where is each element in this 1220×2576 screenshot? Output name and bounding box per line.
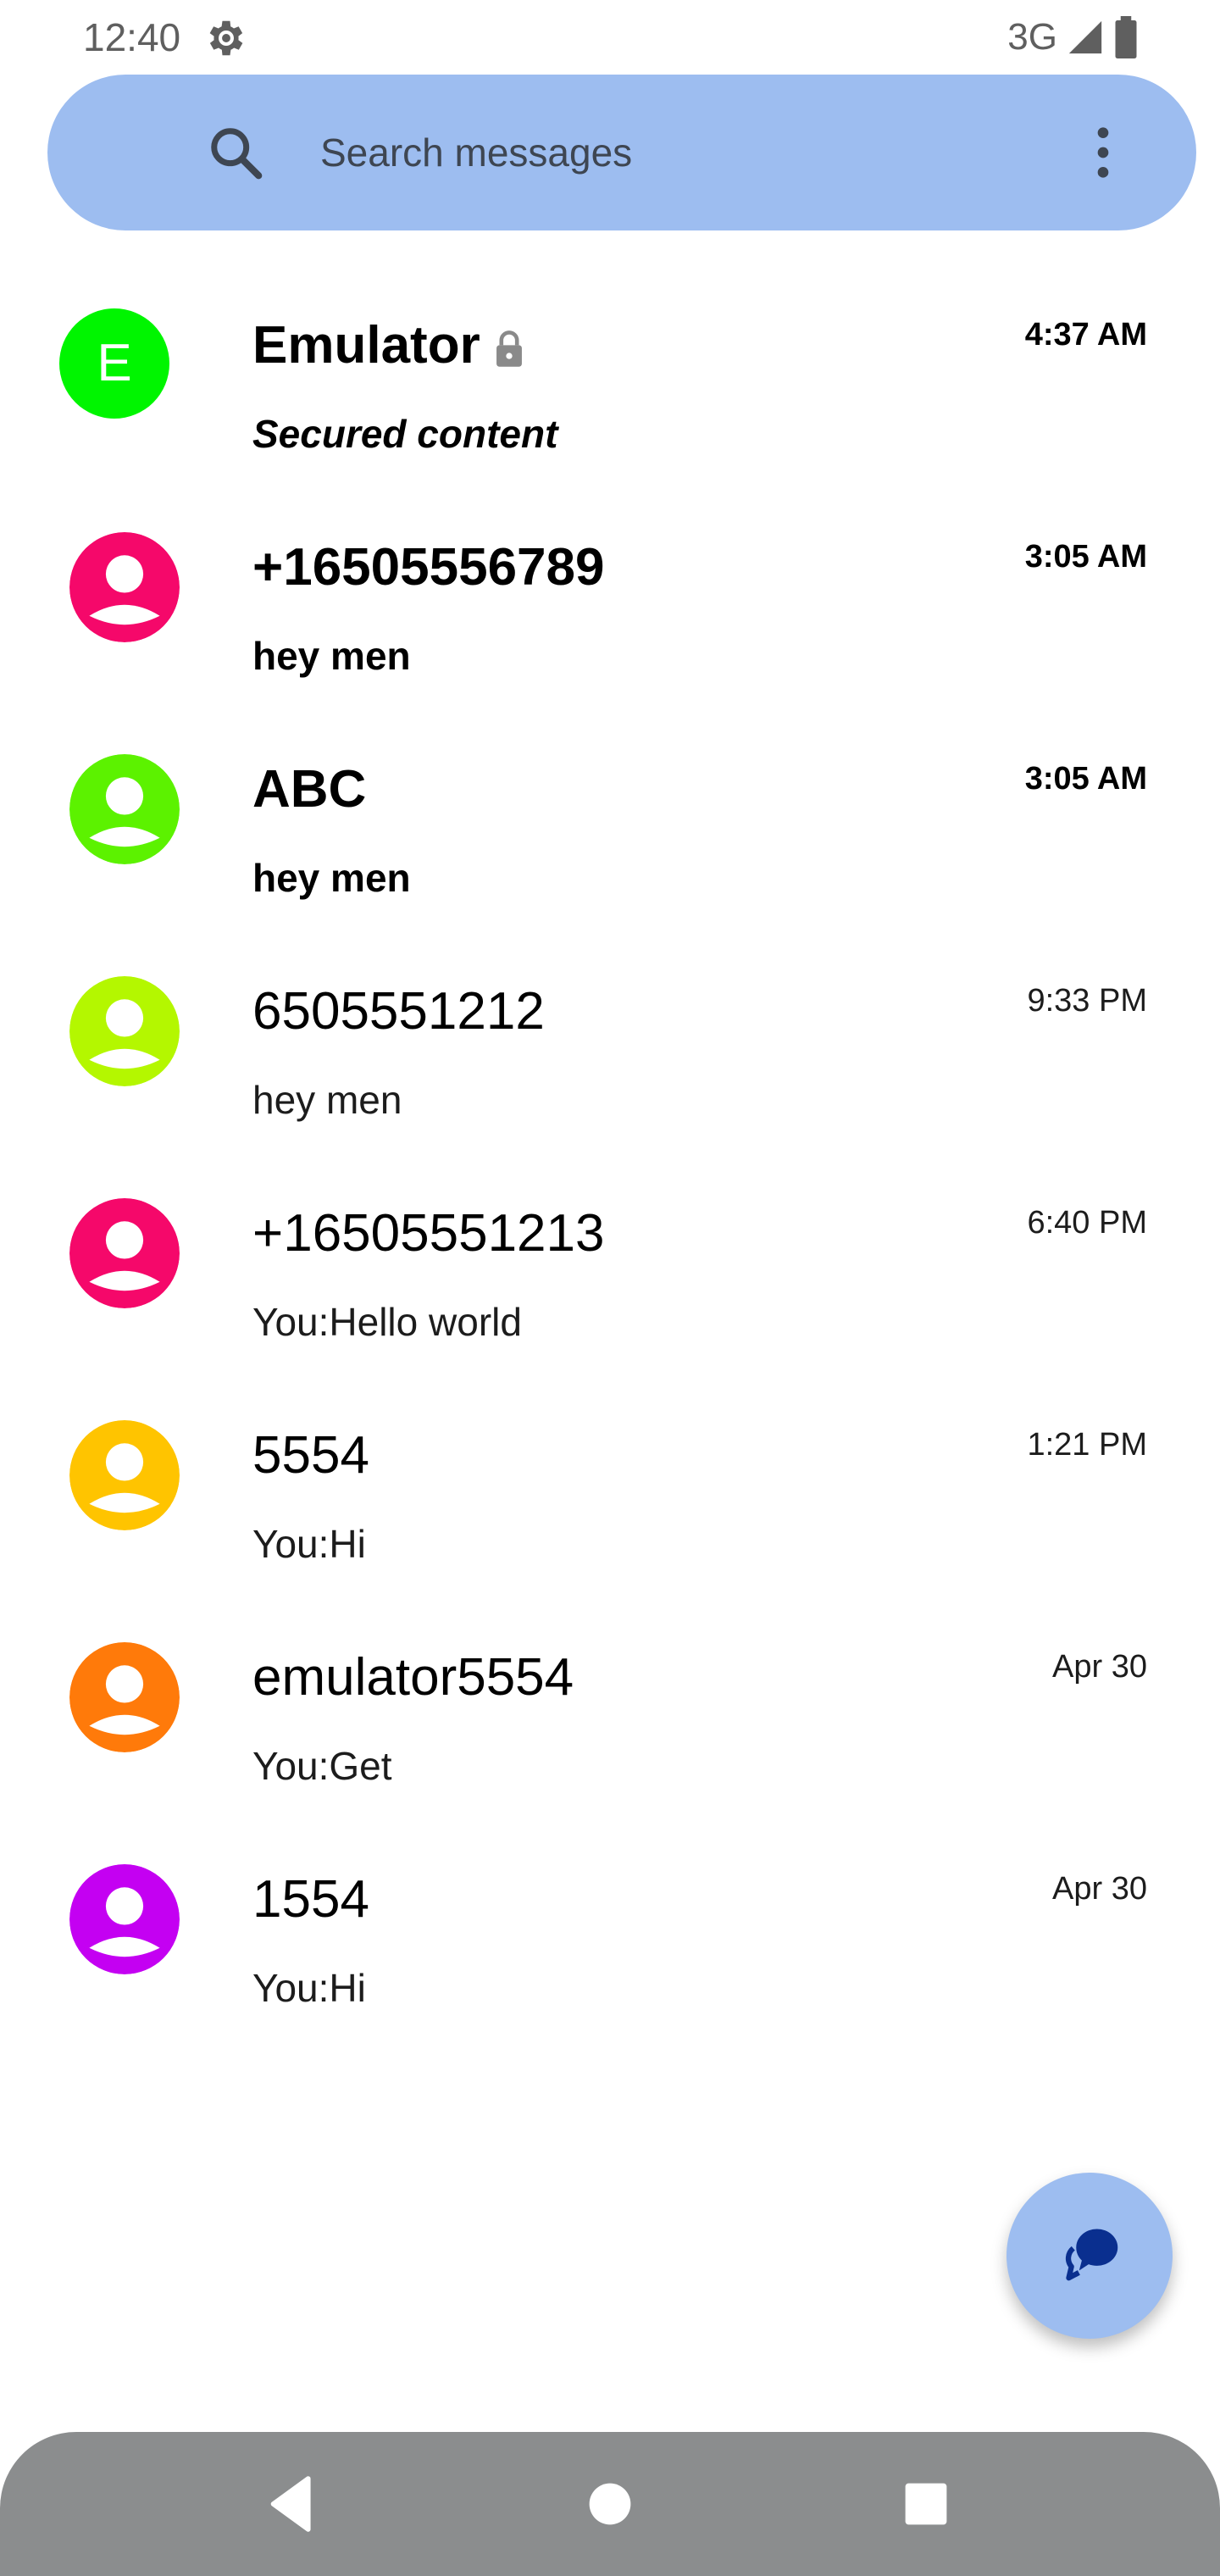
battery-icon	[1115, 16, 1137, 58]
conversation-snippet: You:Hi	[252, 1966, 366, 2010]
navigation-bar	[0, 2432, 1220, 2576]
contact-avatar-icon	[69, 1420, 180, 1530]
status-indicators: 3G	[1007, 12, 1139, 63]
search-icon[interactable]	[207, 124, 266, 183]
contact-avatar-icon	[69, 754, 180, 864]
conversation-snippet: You:Hello world	[252, 1300, 522, 1344]
conversation-time: 9:33 PM	[1027, 983, 1147, 1019]
home-icon[interactable]	[572, 2466, 648, 2542]
conversation-item[interactable]: E Emulator Secured content 4:37 AM	[0, 254, 1220, 476]
contact-avatar-icon	[69, 1864, 180, 1974]
conversation-name: 6505551212	[252, 982, 545, 1041]
conversation-name: 5554	[252, 1426, 369, 1485]
conversation-snippet: hey men	[252, 1078, 402, 1122]
status-time: 12:40	[83, 15, 181, 59]
more-vert-icon[interactable]	[1069, 117, 1137, 188]
lock-icon	[496, 330, 522, 367]
conversation-item[interactable]: emulator5554 You:Get Apr 30	[0, 1586, 1220, 1808]
conversation-name: 1554	[252, 1870, 369, 1929]
conversation-name: Emulator	[252, 314, 526, 378]
conversation-time: 1:21 PM	[1027, 1427, 1147, 1463]
recents-icon[interactable]	[888, 2466, 964, 2542]
avatar-letter: E	[97, 334, 132, 392]
conversation-snippet: Secured content	[252, 412, 558, 456]
gear-icon	[209, 20, 243, 56]
conversation-item[interactable]: 5554 You:Hi 1:21 PM	[0, 1364, 1220, 1586]
conversation-snippet: You:Get	[252, 1744, 392, 1788]
conversation-item[interactable]: +16505551213 You:Hello world 6:40 PM	[0, 1142, 1220, 1364]
avatar: E	[59, 308, 169, 419]
conversation-item[interactable]: ABC hey men 3:05 AM	[0, 698, 1220, 920]
conversation-item[interactable]: +16505556789 hey men 3:05 AM	[0, 476, 1220, 698]
conversation-snippet: hey men	[252, 634, 411, 678]
conversation-time: Apr 30	[1052, 1871, 1147, 1907]
conversation-snippet: hey men	[252, 856, 411, 900]
new-chat-icon	[1065, 2229, 1118, 2281]
contact-avatar-icon	[69, 1198, 180, 1308]
contact-avatar-icon	[69, 1642, 180, 1752]
network-type: 3G	[1007, 16, 1057, 58]
messages-screen: 12:40 3G Search messages E Emulator Secu…	[0, 0, 1220, 2576]
back-icon[interactable]	[254, 2466, 330, 2542]
conversation-time: 4:37 AM	[1024, 317, 1147, 353]
conversation-time: 6:40 PM	[1027, 1205, 1147, 1241]
conversation-time: Apr 30	[1052, 1649, 1147, 1685]
conversation-time: 3:05 AM	[1024, 539, 1147, 575]
conversation-item[interactable]: 6505551212 hey men 9:33 PM	[0, 920, 1220, 1142]
contact-avatar-icon	[69, 532, 180, 642]
signal-icon	[1068, 20, 1102, 54]
search-bar[interactable]	[47, 75, 1196, 230]
status-bar: 12:40 3G	[0, 0, 1220, 76]
contact-avatar-icon	[69, 976, 180, 1086]
conversation-name: ABC	[252, 760, 367, 819]
search-input[interactable]	[320, 119, 998, 186]
conversation-name: +16505551213	[252, 1204, 605, 1263]
conversation-name: emulator5554	[252, 1648, 574, 1707]
start-chat-button[interactable]	[1006, 2173, 1173, 2339]
conversation-name: +16505556789	[252, 538, 605, 597]
conversation-snippet: You:Hi	[252, 1522, 366, 1566]
conversation-name-text: Emulator	[252, 316, 480, 375]
conversation-time: 3:05 AM	[1024, 761, 1147, 797]
conversation-item[interactable]: 1554 You:Hi Apr 30	[0, 1808, 1220, 2030]
